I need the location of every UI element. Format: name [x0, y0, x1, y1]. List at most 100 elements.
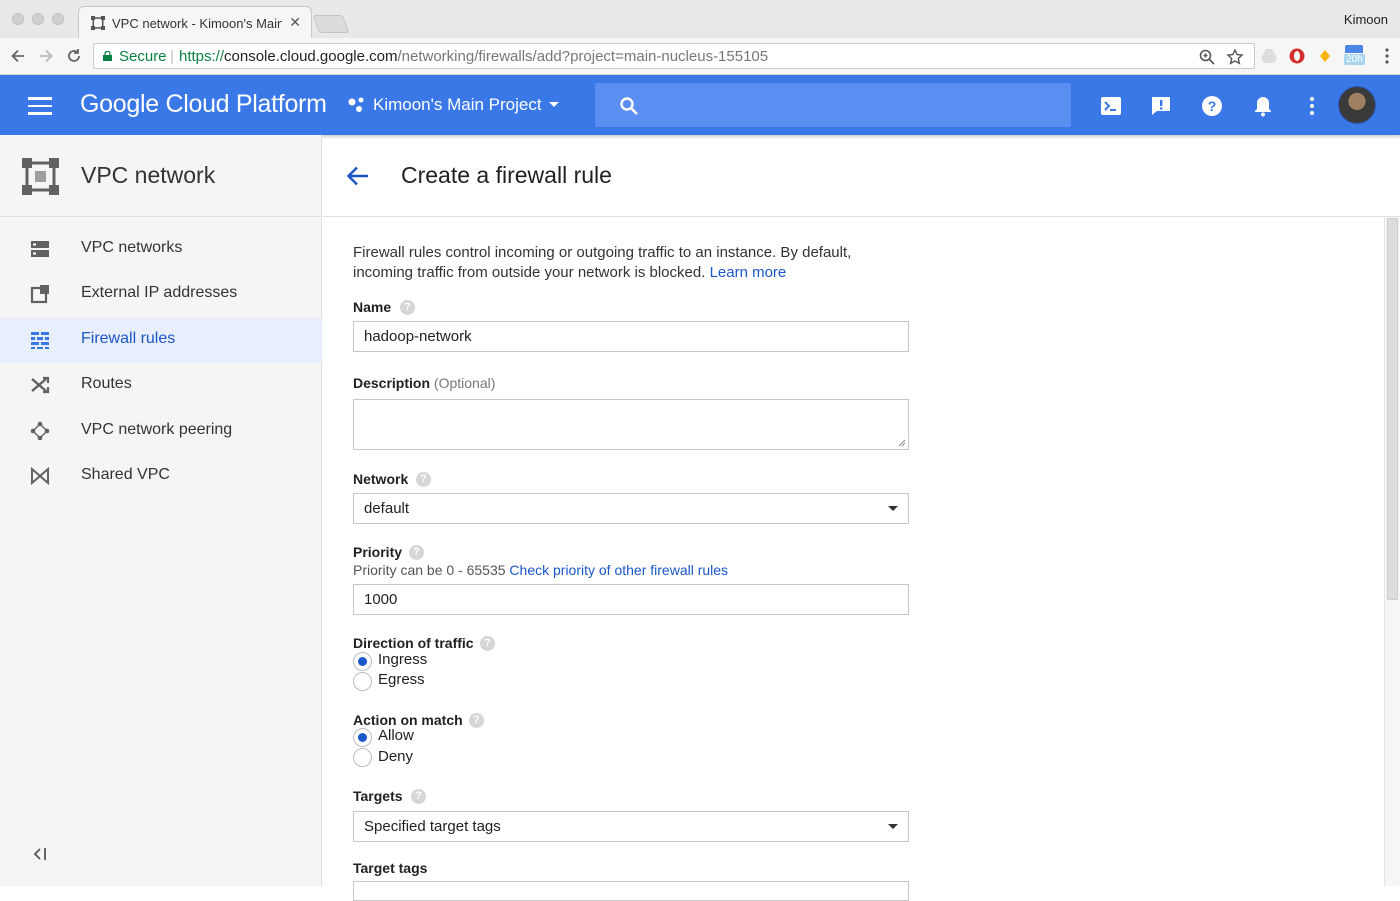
sidebar-title: VPC network	[81, 162, 216, 188]
back-arrow-icon[interactable]	[346, 165, 370, 187]
textarea-resize-handle-icon[interactable]	[898, 439, 906, 447]
sidebar-item-external-ip[interactable]: External IP addresses	[0, 272, 322, 317]
calendar-extension-icon[interactable]: 20h	[1343, 45, 1365, 67]
priority-field[interactable]: 1000	[353, 584, 909, 615]
project-icon	[348, 97, 364, 112]
sidebar-item-label: External IP addresses	[81, 284, 238, 301]
window-minimize-button[interactable]	[32, 13, 44, 25]
secure-label: Secure	[119, 48, 167, 65]
help-icon[interactable]: ?	[1201, 95, 1223, 117]
tab-close-icon[interactable]: ✕	[289, 14, 301, 31]
routes-icon	[31, 376, 50, 394]
allow-label[interactable]: Allow	[378, 727, 414, 744]
intro-line-1: Firewall rules control incoming or outgo…	[353, 244, 852, 261]
more-vert-icon[interactable]	[1301, 95, 1323, 117]
avatar[interactable]	[1338, 86, 1376, 124]
back-icon[interactable]	[8, 46, 28, 66]
gcp-brand[interactable]: Google Cloud Platform	[80, 90, 327, 119]
name-help-icon[interactable]: ?	[400, 300, 415, 315]
target-tags-field[interactable]	[353, 881, 909, 901]
sidebar-item-label: VPC networks	[81, 239, 183, 256]
drive-extension-icon[interactable]	[1260, 47, 1278, 65]
network-label: Network	[353, 471, 409, 487]
sidebar-item-vpc-peering[interactable]: VPC network peering	[0, 409, 322, 454]
direction-help-icon[interactable]: ?	[480, 636, 495, 651]
reload-icon[interactable]	[64, 46, 84, 66]
browser-tab[interactable]: VPC network - Kimoon's Main ✕	[78, 6, 312, 38]
egress-label[interactable]: Egress	[378, 671, 425, 688]
network-value: default	[364, 500, 410, 517]
deny-radio[interactable]	[353, 748, 372, 767]
description-optional: (Optional)	[433, 375, 496, 391]
chevron-down-icon	[888, 824, 898, 829]
chevron-down-icon	[888, 506, 898, 511]
targets-select[interactable]: Specified target tags	[353, 811, 909, 842]
search-input[interactable]	[595, 83, 1071, 127]
scrollbar-thumb[interactable]	[1387, 218, 1398, 600]
project-name: Kimoon's Main Project	[373, 95, 542, 114]
collapse-sidebar-icon[interactable]	[31, 846, 49, 862]
menu-icon[interactable]	[28, 97, 52, 115]
chrome-menu-icon[interactable]	[1378, 47, 1396, 65]
forward-icon[interactable]	[36, 46, 56, 66]
egress-radio[interactable]	[353, 672, 372, 691]
sidebar-item-firewall-rules[interactable]: Firewall rules	[0, 318, 322, 363]
description-field[interactable]	[353, 399, 909, 450]
deny-label[interactable]: Deny	[378, 748, 413, 765]
opera-extension-icon[interactable]	[1288, 47, 1306, 65]
intro-line-2: incoming traffic from outside your netwo…	[353, 264, 706, 281]
notifications-icon[interactable]	[1252, 95, 1274, 117]
check-priority-link[interactable]: Check priority of other firewall rules	[509, 562, 728, 578]
scrollbar[interactable]	[1384, 217, 1400, 886]
gcp-header: Google Cloud Platform Kimoon's Main Proj…	[0, 75, 1400, 135]
bookmark-star-icon[interactable]	[1226, 48, 1244, 66]
vpc-favicon-icon	[91, 16, 105, 30]
ingress-radio[interactable]	[353, 652, 372, 671]
ingress-label[interactable]: Ingress	[378, 651, 427, 668]
sidebar-item-shared-vpc[interactable]: Shared VPC	[0, 454, 322, 499]
shared-vpc-icon	[31, 466, 49, 486]
extension-badge: 20h	[1344, 54, 1365, 65]
feedback-icon[interactable]	[1150, 95, 1172, 117]
zoom-icon[interactable]	[1198, 48, 1216, 66]
sidebar-item-label: Firewall rules	[81, 330, 176, 347]
action-label: Action on match	[353, 712, 463, 728]
search-icon[interactable]	[619, 96, 639, 116]
action-help-icon[interactable]: ?	[469, 713, 484, 728]
svg-text:?: ?	[1208, 98, 1217, 114]
cloud-shell-icon[interactable]	[1100, 95, 1122, 117]
external-ip-icon	[30, 285, 49, 304]
tab-title: VPC network - Kimoon's Main	[112, 16, 282, 31]
url-text[interactable]: https://console.cloud.google.com/network…	[179, 48, 768, 65]
diamond-extension-icon[interactable]	[1316, 47, 1334, 65]
main-content: Create a firewall rule Firewall rules co…	[323, 135, 1400, 901]
window-close-button[interactable]	[12, 13, 24, 25]
priority-hint: Priority can be 0 - 65535 Check priority…	[353, 562, 728, 578]
network-help-icon[interactable]: ?	[416, 472, 431, 487]
sidebar-item-vpc-networks[interactable]: VPC networks	[0, 227, 322, 272]
priority-help-icon[interactable]: ?	[409, 545, 424, 560]
targets-label: Targets	[353, 788, 403, 804]
calendar-extension-header	[1345, 45, 1363, 53]
intro-text: Firewall rules control incoming or outgo…	[353, 243, 893, 283]
page-header: Create a firewall rule	[323, 135, 1400, 217]
description-label-text: Description	[353, 375, 431, 391]
window-zoom-button[interactable]	[52, 13, 64, 25]
learn-more-link[interactable]: Learn more	[710, 264, 787, 281]
sidebar-item-label: VPC network peering	[81, 421, 233, 438]
profile-name[interactable]: Kimoon	[1344, 12, 1388, 27]
name-field[interactable]: hadoop-network	[353, 321, 909, 352]
browser-toolbar: Secure | https://console.cloud.google.co…	[0, 38, 1400, 75]
address-separator: |	[170, 48, 174, 65]
sidebar-item-routes[interactable]: Routes	[0, 363, 322, 408]
sidebar: VPC network VPC networks External IP add…	[0, 135, 322, 886]
address-bar[interactable]: Secure | https://console.cloud.google.co…	[93, 43, 1255, 69]
network-select[interactable]: default	[353, 493, 909, 524]
targets-help-icon[interactable]: ?	[411, 789, 426, 804]
vpc-networks-icon	[31, 241, 49, 257]
allow-radio[interactable]	[353, 728, 372, 747]
description-label: Description (Optional)	[353, 375, 495, 391]
url-path: /networking/firewalls/add?project=main-n…	[397, 48, 769, 65]
priority-label: Priority	[353, 544, 403, 560]
new-tab-button[interactable]	[312, 15, 350, 33]
